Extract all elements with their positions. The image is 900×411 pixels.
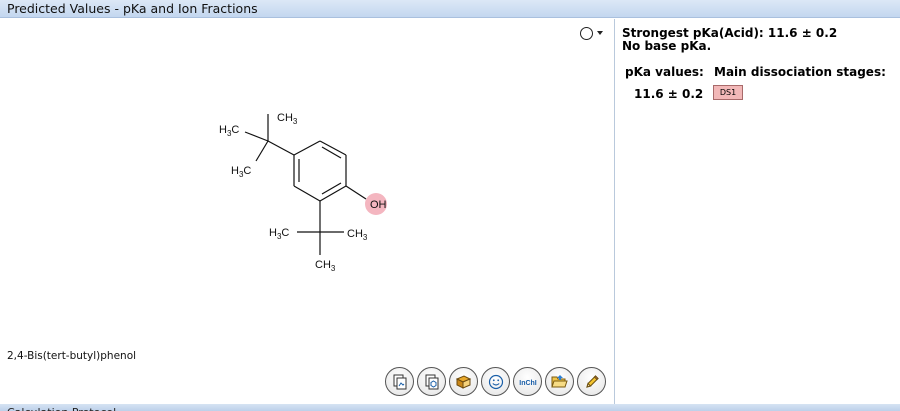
smiley-icon — [488, 374, 503, 389]
inchi-button[interactable]: InChI — [513, 367, 542, 396]
open-folder-icon — [551, 375, 568, 388]
sub3-label: 3 — [363, 233, 368, 242]
svg-text:H3C: H3C — [219, 124, 239, 138]
copy-structure-button[interactable] — [417, 367, 446, 396]
svg-text:H3C: H3C — [269, 227, 289, 241]
copy-image-icon — [393, 374, 406, 389]
copy-structure-icon — [425, 374, 438, 389]
copy-image-button[interactable] — [385, 367, 414, 396]
atom-labels: OH CH3 H3C H3C H3C CH3 CH3 — [219, 112, 387, 273]
h-label-left: H — [219, 124, 227, 136]
c-label-lower: C — [243, 165, 251, 177]
open-file-button[interactable] — [545, 367, 574, 396]
sub3-label: 3 — [331, 264, 336, 273]
feedback-button[interactable] — [481, 367, 510, 396]
pka-value: 11.6 ± 0.2 — [634, 87, 704, 101]
compound-name: 2,4-Bis(tert-butyl)phenol — [7, 350, 137, 362]
c-label-bottom: C — [281, 227, 289, 239]
structure-panel: OH CH3 H3C H3C H3C CH3 CH3 2,4-Bis(tert-… — [0, 19, 615, 404]
calculation-protocol-header[interactable]: Calculation Protocol — [0, 404, 900, 411]
svg-text:CH3: CH3 — [315, 259, 336, 273]
edit-structure-button[interactable] — [577, 367, 606, 396]
c-label-left: C — [231, 124, 239, 136]
dissociation-stages-header: Main dissociation stages: — [714, 65, 886, 79]
svg-text:H3C: H3C — [231, 165, 251, 179]
svg-text:CH3: CH3 — [277, 112, 298, 126]
pka-summary: Strongest pKa(Acid): 11.6 ± 0.2 No base … — [622, 27, 837, 53]
help-book-button[interactable] — [449, 367, 478, 396]
structure-toolbar: InChI — [385, 367, 606, 396]
h-label-bottom: H — [269, 227, 277, 239]
molecule-drawing: OH CH3 H3C H3C H3C CH3 CH3 — [219, 112, 387, 273]
pencil-icon — [585, 374, 599, 388]
ch3-label-right: CH — [347, 228, 363, 240]
ch3-label-top: CH — [277, 112, 293, 124]
results-panel: Strongest pKa(Acid): 11.6 ± 0.2 No base … — [616, 19, 900, 404]
ch3-label-bottom: CH — [315, 259, 331, 271]
pka-values-header: pKa values: — [625, 65, 704, 79]
svg-text:InChI: InChI — [519, 380, 537, 387]
ds1-badge[interactable]: DS1 — [713, 85, 743, 100]
oh-label: OH — [370, 199, 387, 211]
h-label-lower: H — [231, 165, 239, 177]
book-icon — [455, 374, 472, 389]
inchi-icon: InChI — [519, 380, 537, 387]
svg-text:CH3: CH3 — [347, 228, 368, 242]
sub3-label: 3 — [293, 117, 298, 126]
base-pka-note: No base pKa. — [622, 39, 712, 53]
window-title: Predicted Values - pKa and Ion Fractions — [0, 0, 900, 18]
